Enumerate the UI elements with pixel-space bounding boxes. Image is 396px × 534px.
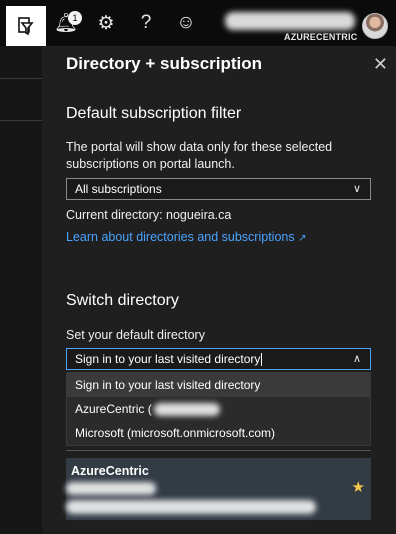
external-link-icon: ↗ [298, 233, 307, 244]
portal-left-strip [0, 46, 42, 534]
feedback-button[interactable]: ☺ [174, 11, 198, 35]
default-directory-dropdown: Sign in to your last visited directory A… [66, 372, 371, 446]
option-label: AzureCentric ( [75, 402, 152, 416]
directory-card[interactable]: AzureCentric ★ [66, 458, 371, 520]
option-domain-redacted [153, 402, 220, 416]
dropdown-option-azurecentric[interactable]: AzureCentric ( [67, 397, 370, 421]
divider [0, 120, 42, 121]
learn-directories-link[interactable]: Learn about directories and subscription… [66, 230, 306, 244]
directory-domain-redacted [66, 482, 156, 495]
default-directory-select[interactable]: Sign in to your last visited directory ∧ [66, 348, 371, 370]
divider [66, 450, 371, 451]
avatar[interactable] [362, 13, 388, 39]
learn-link-label: Learn about directories and subscription… [66, 230, 295, 244]
directory-id-redacted [66, 500, 316, 514]
directory-filter-button[interactable] [6, 6, 46, 46]
divider [0, 78, 42, 79]
close-button[interactable]: ✕ [373, 54, 388, 75]
default-directory-label: Set your default directory [66, 328, 205, 342]
chevron-up-icon: ∧ [352, 353, 361, 365]
top-bar: 🔔︎ 1 ⚙ ? ☺ AZURECENTRIC [0, 0, 396, 46]
close-icon: ✕ [372, 54, 388, 74]
default-subscription-heading: Default subscription filter [66, 105, 242, 122]
directory-subscription-panel: Directory + subscription ✕ Default subsc… [42, 46, 396, 534]
help-button[interactable]: ? [134, 11, 158, 35]
help-icon: ? [140, 12, 152, 33]
chevron-down-icon: ∨ [352, 183, 361, 195]
default-directory-select-value: Sign in to your last visited directory [75, 352, 261, 366]
option-label: Microsoft (microsoft.onmicrosoft.com) [75, 426, 276, 440]
directory-card-name: AzureCentric [71, 464, 149, 478]
subscription-select-value: All subscriptions [75, 182, 162, 196]
gear-icon: ⚙ [97, 12, 115, 34]
dropdown-option-microsoft[interactable]: Microsoft (microsoft.onmicrosoft.com) [67, 421, 370, 445]
favorite-star-icon[interactable]: ★ [352, 478, 365, 496]
dropdown-option-last-visited[interactable]: Sign in to your last visited directory [67, 373, 370, 397]
description-text: The portal will show data only for these… [66, 140, 333, 171]
smiley-icon: ☺ [176, 12, 196, 33]
panel-title: Directory + subscription [66, 54, 263, 73]
account-tenant-label[interactable]: AZURECENTRIC [284, 32, 357, 42]
notification-badge: 1 [68, 11, 82, 25]
option-label: Sign in to your last visited directory [75, 378, 261, 392]
directory-filter-icon [18, 17, 34, 36]
current-directory-text: Current directory: nogueira.ca [66, 208, 232, 222]
subscription-select[interactable]: All subscriptions ∨ [66, 178, 371, 200]
account-name-redacted[interactable] [225, 12, 355, 30]
text-cursor [261, 352, 263, 366]
settings-button[interactable]: ⚙ [94, 11, 118, 35]
switch-directory-heading: Switch directory [66, 292, 179, 309]
